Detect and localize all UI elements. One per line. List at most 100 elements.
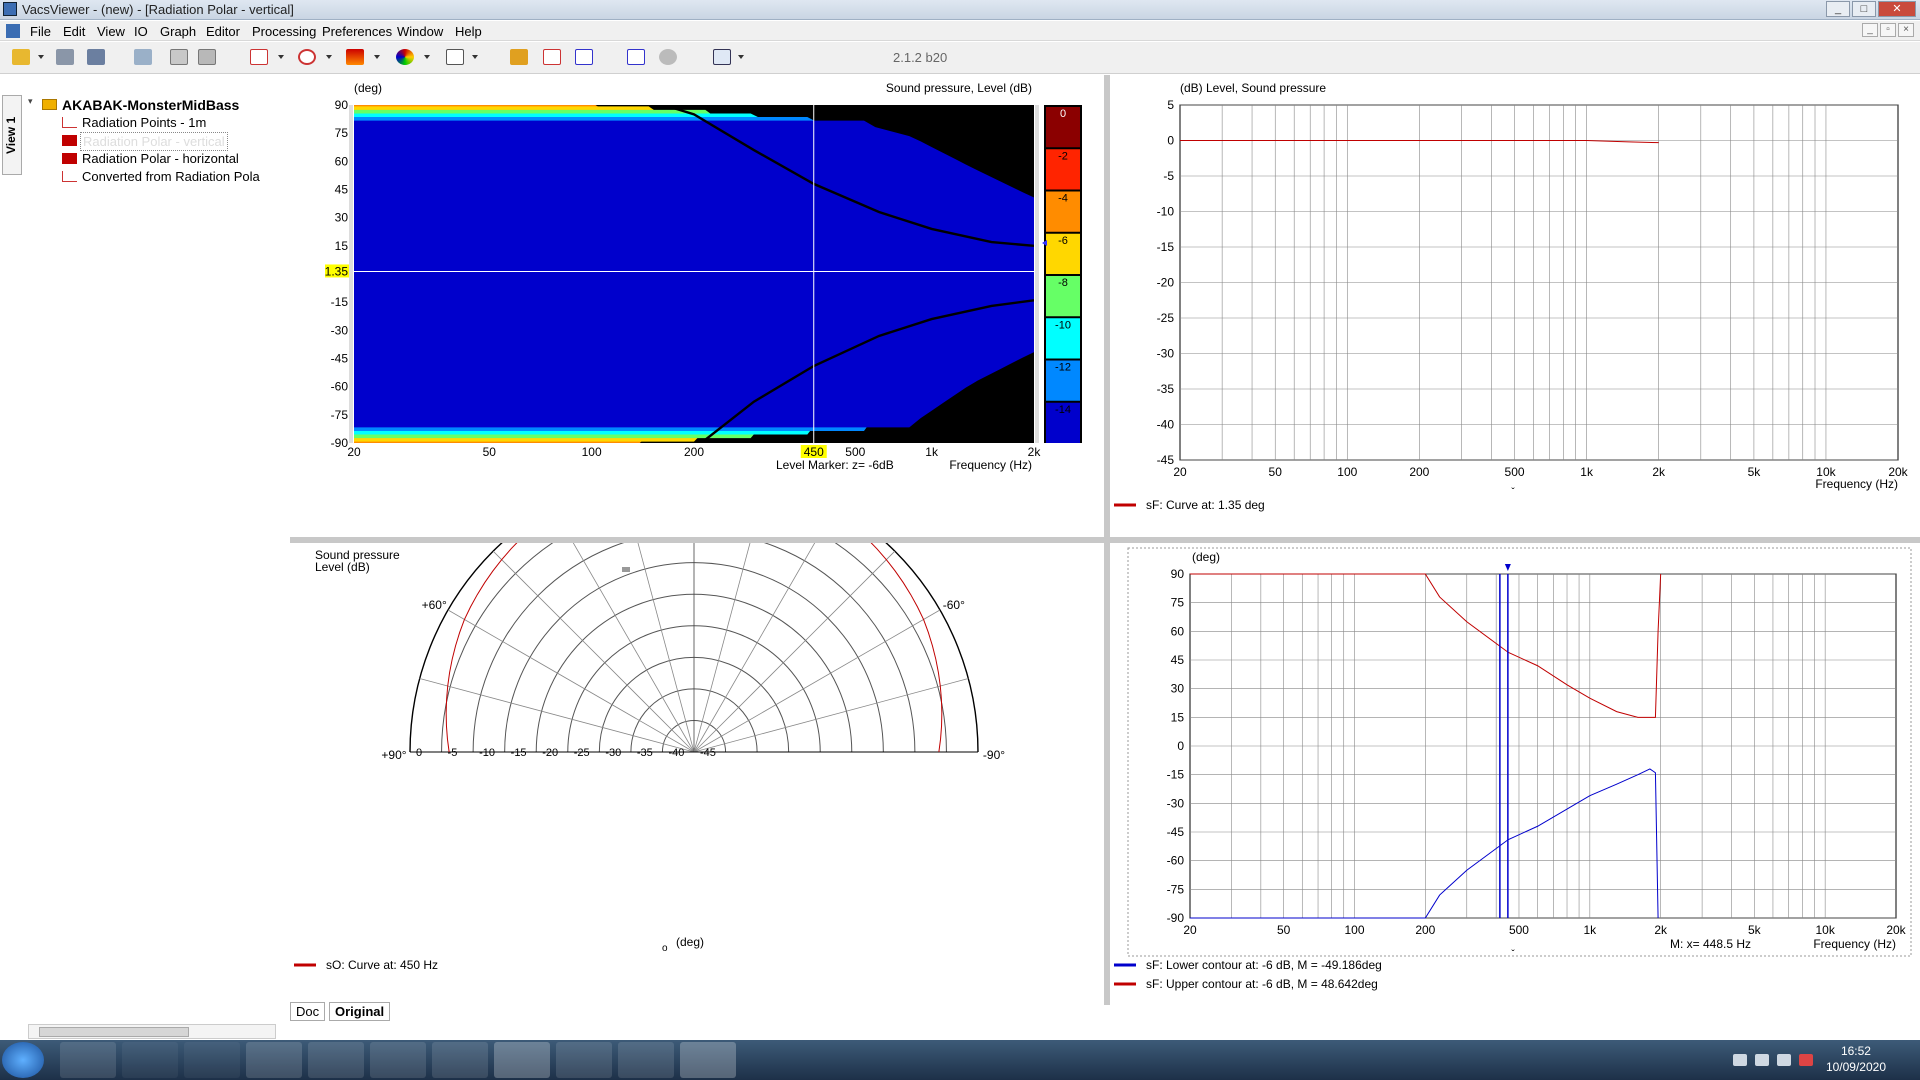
contour-scrollbar-right[interactable] [1035, 105, 1039, 443]
dropdown-arrow-icon[interactable] [424, 55, 430, 59]
mdi-minimize-button[interactable]: _ [1862, 23, 1878, 37]
stop-icon[interactable] [659, 49, 677, 65]
app-taskbar-icon[interactable] [556, 1042, 612, 1078]
curve-graph-icon[interactable] [250, 49, 268, 65]
contour-y-tick-label: 75 [335, 126, 349, 140]
menu-view[interactable]: View [97, 24, 125, 39]
app-icon [3, 2, 17, 16]
menu-editor[interactable]: Editor [206, 24, 240, 39]
mdi-close-button[interactable]: × [1898, 23, 1914, 37]
contour-icon [62, 135, 77, 146]
window-layout-icon[interactable] [713, 49, 731, 65]
circle-app-taskbar-icon[interactable] [184, 1042, 240, 1078]
tray-arrow-icon[interactable] [1733, 1054, 1747, 1066]
tree-item-radiation-points[interactable]: Radiation Points - 1m [82, 115, 206, 130]
scrollbar-thumb[interactable] [39, 1027, 189, 1037]
yacs-taskbar-icon[interactable] [494, 1042, 550, 1078]
app-taskbar-icon[interactable] [432, 1042, 488, 1078]
volume-icon[interactable] [1777, 1054, 1791, 1066]
balloon-graph-icon[interactable] [396, 49, 414, 65]
mdi-icon[interactable] [6, 24, 20, 38]
tree-collapse-icon[interactable]: ▾ [28, 96, 33, 107]
polar-grid-spoke [693, 550, 896, 753]
beam-marker-handle-icon[interactable] [1504, 564, 1511, 571]
beam-x-tick-label: 1k [1583, 923, 1597, 937]
menu-preferences[interactable]: Preferences [322, 24, 392, 39]
yacs-graph-icon[interactable] [543, 49, 561, 65]
teams-taskbar-icon[interactable] [370, 1042, 426, 1078]
polar-angle-label: -90° [983, 748, 1005, 762]
open-folder-icon[interactable] [12, 49, 30, 65]
contour-x-tick-label: 1k [925, 445, 939, 459]
dropdown-arrow-icon[interactable] [472, 55, 478, 59]
freq-x-tick-label: 100 [1337, 465, 1357, 479]
tree-item-radiation-polar-horizontal[interactable]: Radiation Polar - horizontal [82, 151, 239, 166]
dropdown-arrow-icon[interactable] [374, 55, 380, 59]
app-taskbar-icon[interactable] [122, 1042, 178, 1078]
save-icon[interactable] [56, 49, 74, 65]
freq-y-tick-label: -45 [1157, 453, 1175, 467]
polar-marker-handle[interactable] [622, 567, 630, 572]
start-button-icon[interactable] [2, 1042, 44, 1078]
explorer-taskbar-icon[interactable] [60, 1042, 116, 1078]
minimize-button[interactable]: _ [1826, 1, 1850, 17]
dropdown-arrow-icon[interactable] [738, 55, 744, 59]
tree-root[interactable]: AKABAK-MonsterMidBass [62, 97, 239, 113]
menu-window[interactable]: Window [397, 24, 443, 39]
vacs-taskbar-icon[interactable] [246, 1042, 302, 1078]
contour-y-tick-label: 45 [335, 183, 349, 197]
chevron-down-icon[interactable]: ˇ [1511, 486, 1515, 498]
freq-y-tick-label: 5 [1167, 98, 1174, 112]
app-taskbar-icon[interactable] [618, 1042, 674, 1078]
print-icon[interactable] [87, 49, 105, 65]
menu-graph[interactable]: Graph [160, 24, 196, 39]
view-tab[interactable]: View 1 [2, 95, 22, 175]
curve-icon [62, 171, 77, 182]
freq-legend: sF: Curve at: 1.35 deg [1146, 498, 1265, 512]
paste-icon[interactable] [198, 49, 216, 65]
menu-help[interactable]: Help [455, 24, 482, 39]
script-icon[interactable] [510, 49, 528, 65]
contour-y-unit: (deg) [354, 81, 382, 95]
polar-grid-spoke [637, 543, 695, 753]
tab-doc[interactable]: Doc [290, 1002, 326, 1021]
dropdown-arrow-icon[interactable] [278, 55, 284, 59]
clock[interactable]: 16:52 10/09/2020 [1826, 1043, 1886, 1075]
process-icon[interactable] [627, 49, 645, 65]
contour-y-tick-label: -90 [331, 436, 349, 450]
menu-processing[interactable]: Processing [252, 24, 316, 39]
menu-file[interactable]: File [30, 24, 51, 39]
colorbar-tick-label: 0 [1060, 108, 1066, 120]
tree-icon[interactable] [134, 49, 152, 65]
contour-y-tick-label: 1.35 [325, 264, 349, 278]
dropdown-arrow-icon[interactable] [326, 55, 332, 59]
chevron-down-icon[interactable]: ˇ [1511, 948, 1515, 960]
freq-y-tick-label: -10 [1157, 205, 1175, 219]
contour-y-tick-label: -60 [331, 380, 349, 394]
dropdown-arrow-icon[interactable] [38, 55, 44, 59]
colorbar-tick-label: -14 [1055, 404, 1071, 416]
new-document-icon[interactable] [446, 49, 464, 65]
tree-item-converted[interactable]: Converted from Radiation Pola [82, 169, 260, 184]
contour-graph-icon[interactable] [346, 49, 364, 65]
mdi-restore-button[interactable]: ▫ [1880, 23, 1896, 37]
menu-io[interactable]: IO [134, 24, 148, 39]
tree-item-radiation-polar-vertical[interactable]: Radiation Polar - vertical [80, 132, 228, 151]
vacsviewer-taskbar-icon[interactable] [680, 1042, 736, 1078]
contour-scrollbar-left[interactable] [349, 105, 353, 443]
beam-x-tick-label: 10k [1815, 923, 1835, 937]
contour-y-tick-label: 90 [335, 98, 349, 112]
network-icon[interactable] [1755, 1054, 1769, 1066]
multi-curve-icon[interactable] [575, 49, 593, 65]
polar-graph-icon[interactable] [298, 49, 316, 65]
firefox-taskbar-icon[interactable] [308, 1042, 364, 1078]
close-button[interactable]: ✕ [1878, 1, 1916, 17]
polar-grid-spoke [492, 550, 695, 753]
copy-icon[interactable] [170, 49, 188, 65]
polar-radial-tick-label: -10 [479, 747, 495, 759]
tab-original[interactable]: Original [329, 1002, 391, 1021]
menu-edit[interactable]: Edit [63, 24, 85, 39]
flag-icon[interactable] [1799, 1054, 1813, 1066]
tree-horizontal-scrollbar[interactable] [28, 1024, 276, 1039]
maximize-button[interactable]: □ [1852, 1, 1876, 17]
